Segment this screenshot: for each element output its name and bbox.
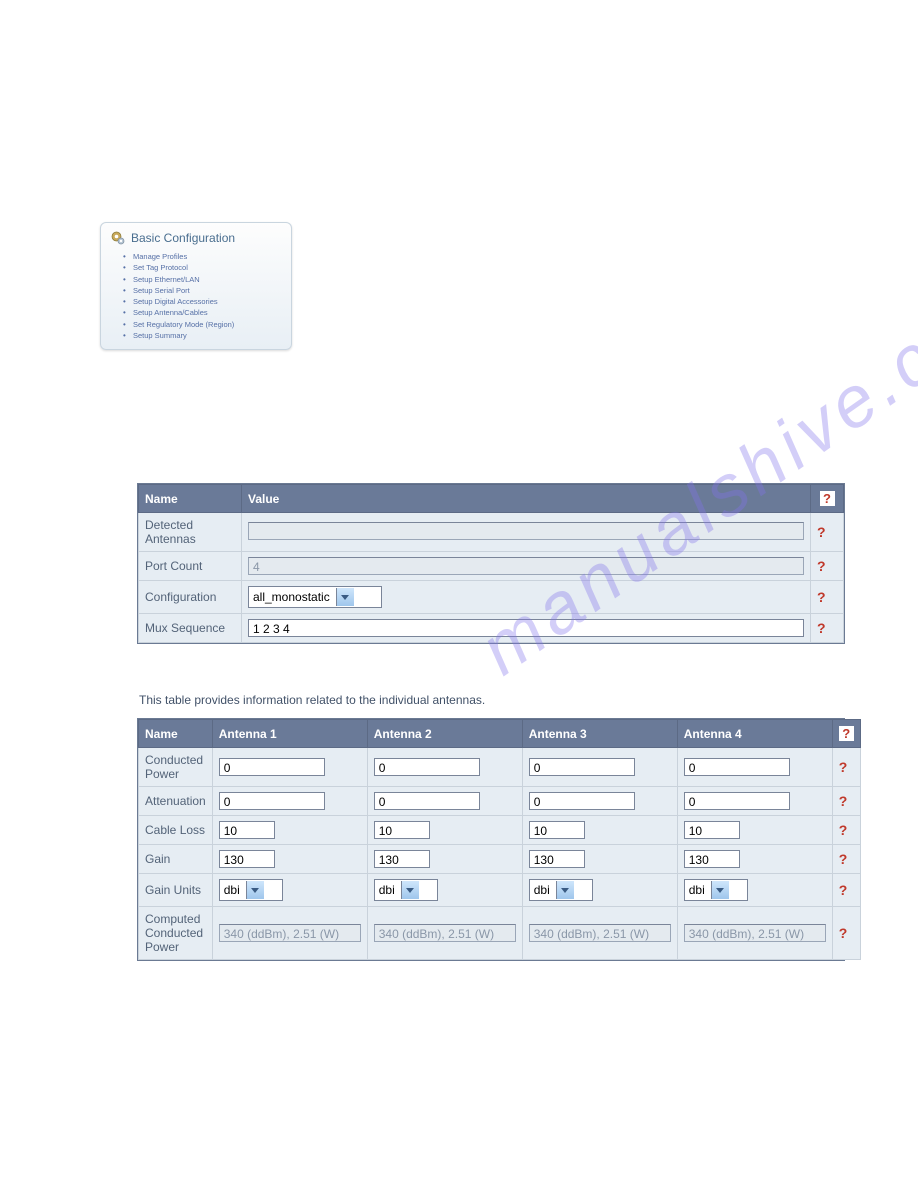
configuration-select-text: all_monostatic xyxy=(249,590,336,604)
port-count-field: 4 xyxy=(248,557,804,575)
gain-units-a3-select[interactable]: dbi xyxy=(529,879,593,901)
gain-units-a3-text: dbi xyxy=(530,883,556,897)
basic-configuration-list: Manage Profiles Set Tag Protocol Setup E… xyxy=(109,251,283,341)
help-icon[interactable]: ? xyxy=(839,851,848,867)
row-attenuation: Attenuation 0 0 0 0 ? xyxy=(139,787,861,816)
label-attenuation: Attenuation xyxy=(139,787,213,816)
label-port-count: Port Count xyxy=(139,552,242,581)
config-item-setup-ethernet-lan[interactable]: Setup Ethernet/LAN xyxy=(133,274,283,285)
row-gain: Gain 130 130 130 130 ? xyxy=(139,845,861,874)
help-icon[interactable]: ? xyxy=(817,589,826,605)
help-icon[interactable]: ? xyxy=(817,558,826,574)
config-item-setup-antenna-cables[interactable]: Setup Antenna/Cables xyxy=(133,307,283,318)
help-icon: ? xyxy=(839,726,854,741)
label-detected-antennas: Detected Antennas xyxy=(139,513,242,552)
table2-header-a4: Antenna 4 xyxy=(677,720,832,748)
conducted-power-a1-input[interactable]: 0 xyxy=(219,758,325,776)
chevron-down-icon xyxy=(336,588,354,606)
help-icon[interactable]: ? xyxy=(839,882,848,898)
chevron-down-icon xyxy=(556,881,574,899)
gain-units-a1-select[interactable]: dbi xyxy=(219,879,283,901)
gain-units-a2-text: dbi xyxy=(375,883,401,897)
gain-a4-input[interactable]: 130 xyxy=(684,850,740,868)
antenna-general-table: Name Value ? Detected Antennas ? Port Co… xyxy=(137,483,845,644)
row-cable-loss: Cable Loss 10 10 10 10 ? xyxy=(139,816,861,845)
help-icon: ? xyxy=(820,491,835,506)
table1-header-name: Name xyxy=(139,485,242,513)
row-computed-conducted-power: Computed Conducted Power 340 (ddBm), 2.5… xyxy=(139,907,861,960)
row-gain-units: Gain Units dbi dbi dbi xyxy=(139,874,861,907)
attenuation-a3-input[interactable]: 0 xyxy=(529,792,635,810)
conducted-power-a3-input[interactable]: 0 xyxy=(529,758,635,776)
detected-antennas-field xyxy=(248,522,804,540)
cable-loss-a4-input[interactable]: 10 xyxy=(684,821,740,839)
table2-header-a2: Antenna 2 xyxy=(367,720,522,748)
gain-a2-input[interactable]: 130 xyxy=(374,850,430,868)
attenuation-a1-input[interactable]: 0 xyxy=(219,792,325,810)
help-icon[interactable]: ? xyxy=(817,620,826,636)
antenna-details-table: Name Antenna 1 Antenna 2 Antenna 3 Anten… xyxy=(137,718,845,961)
antenna-table-caption: This table provides information related … xyxy=(137,683,847,711)
chevron-down-icon xyxy=(246,881,264,899)
table2-header-a3: Antenna 3 xyxy=(522,720,677,748)
help-icon[interactable]: ? xyxy=(839,793,848,809)
label-gain-units: Gain Units xyxy=(139,874,213,907)
config-item-set-tag-protocol[interactable]: Set Tag Protocol xyxy=(133,262,283,273)
conducted-power-a2-input[interactable]: 0 xyxy=(374,758,480,776)
config-item-setup-serial-port[interactable]: Setup Serial Port xyxy=(133,285,283,296)
basic-configuration-card: Basic Configuration Manage Profiles Set … xyxy=(100,222,292,350)
row-configuration: Configuration all_monostatic ? xyxy=(139,581,844,614)
label-computed-conducted-power: Computed Conducted Power xyxy=(139,907,213,960)
row-detected-antennas: Detected Antennas ? xyxy=(139,513,844,552)
cable-loss-a3-input[interactable]: 10 xyxy=(529,821,585,839)
computed-power-a2-field: 340 (ddBm), 2.51 (W) xyxy=(374,924,516,942)
computed-power-a4-field: 340 (ddBm), 2.51 (W) xyxy=(684,924,826,942)
attenuation-a2-input[interactable]: 0 xyxy=(374,792,480,810)
row-port-count: Port Count 4 ? xyxy=(139,552,844,581)
label-mux-sequence: Mux Sequence xyxy=(139,614,242,643)
basic-configuration-title: Basic Configuration xyxy=(109,229,283,247)
cable-loss-a1-input[interactable]: 10 xyxy=(219,821,275,839)
config-item-manage-profiles[interactable]: Manage Profiles xyxy=(133,251,283,262)
label-cable-loss: Cable Loss xyxy=(139,816,213,845)
configuration-select[interactable]: all_monostatic xyxy=(248,586,382,608)
conducted-power-a4-input[interactable]: 0 xyxy=(684,758,790,776)
help-icon[interactable]: ? xyxy=(839,759,848,775)
gain-units-a1-text: dbi xyxy=(220,883,246,897)
table2-header-name: Name xyxy=(139,720,213,748)
attenuation-a4-input[interactable]: 0 xyxy=(684,792,790,810)
computed-power-a1-field: 340 (ddBm), 2.51 (W) xyxy=(219,924,361,942)
config-item-setup-summary[interactable]: Setup Summary xyxy=(133,330,283,341)
label-conducted-power: Conducted Power xyxy=(139,748,213,787)
gain-units-a4-select[interactable]: dbi xyxy=(684,879,748,901)
help-icon[interactable]: ? xyxy=(839,925,848,941)
gain-units-a2-select[interactable]: dbi xyxy=(374,879,438,901)
config-item-set-regulatory-mode[interactable]: Set Regulatory Mode (Region) xyxy=(133,319,283,330)
help-icon[interactable]: ? xyxy=(839,822,848,838)
help-icon[interactable]: ? xyxy=(817,524,826,540)
gain-a1-input[interactable]: 130 xyxy=(219,850,275,868)
table1-header-help[interactable]: ? xyxy=(811,485,844,513)
computed-power-a3-field: 340 (ddBm), 2.51 (W) xyxy=(529,924,671,942)
cable-loss-a2-input[interactable]: 10 xyxy=(374,821,430,839)
label-gain: Gain xyxy=(139,845,213,874)
basic-configuration-title-text: Basic Configuration xyxy=(131,231,235,245)
table1-header-value: Value xyxy=(242,485,811,513)
gain-a3-input[interactable]: 130 xyxy=(529,850,585,868)
table2-header-a1: Antenna 1 xyxy=(212,720,367,748)
chevron-down-icon xyxy=(711,881,729,899)
mux-sequence-input[interactable]: 1 2 3 4 xyxy=(248,619,804,637)
table2-header-help[interactable]: ? xyxy=(832,720,860,748)
label-configuration: Configuration xyxy=(139,581,242,614)
gain-units-a4-text: dbi xyxy=(685,883,711,897)
chevron-down-icon xyxy=(401,881,419,899)
config-item-setup-digital-acc[interactable]: Setup Digital Accessories xyxy=(133,296,283,307)
gear-icon xyxy=(109,229,127,247)
row-conducted-power: Conducted Power 0 0 0 0 ? xyxy=(139,748,861,787)
row-mux-sequence: Mux Sequence 1 2 3 4 ? xyxy=(139,614,844,643)
